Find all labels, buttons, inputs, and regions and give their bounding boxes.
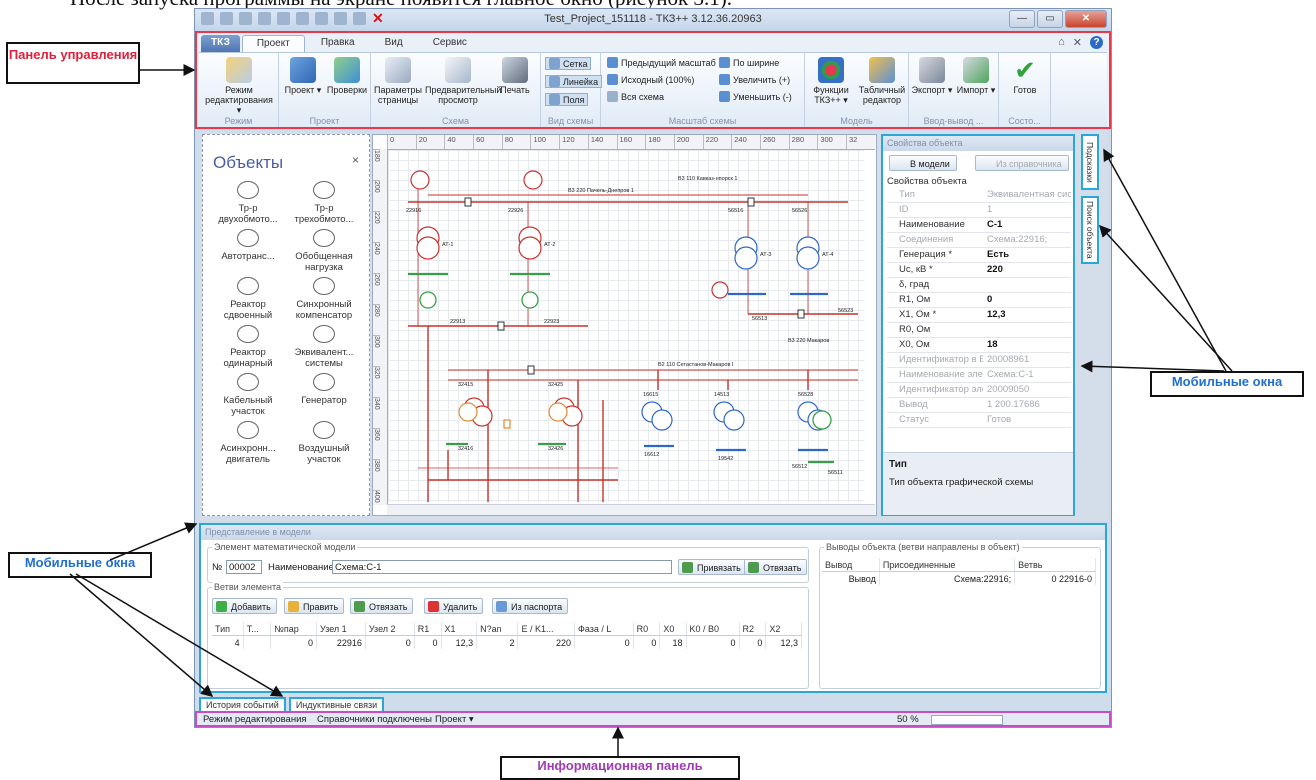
callout-arrows (69, 64, 1233, 756)
